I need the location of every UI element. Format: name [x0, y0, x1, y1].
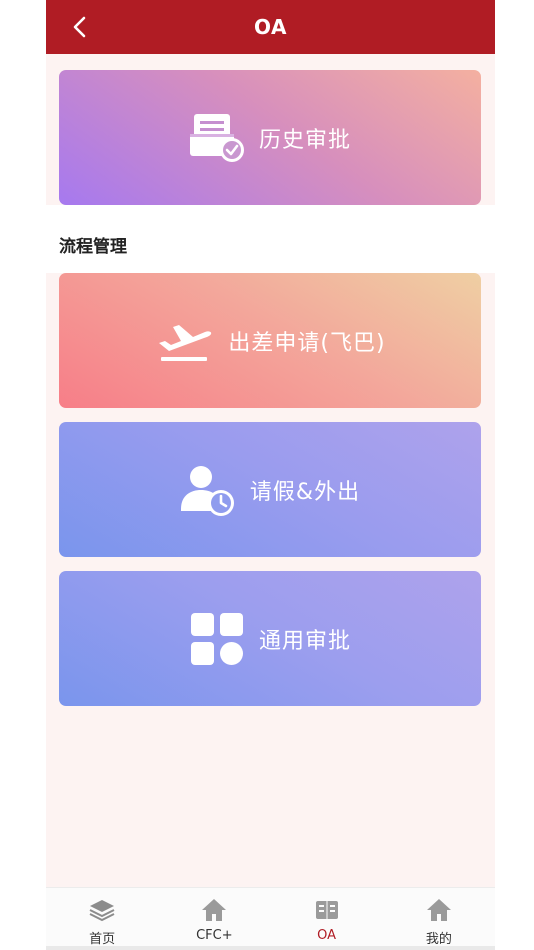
section-title: 流程管理	[59, 237, 127, 257]
leave-label: 请假&外出	[249, 479, 361, 505]
top-bar: OA	[46, 0, 495, 54]
chevron-left-icon	[73, 16, 86, 38]
general-approval-card[interactable]: 通用审批	[59, 571, 481, 706]
tab-oa-label: OA	[317, 928, 337, 943]
tab-home[interactable]: 首页	[46, 888, 158, 950]
home-indicator	[46, 946, 495, 950]
tab-cfc-label: CFC+	[196, 928, 233, 943]
tab-cfc[interactable]: CFC+	[158, 888, 270, 950]
bottom-tab-bar: 首页 CFC+ OA 我的	[46, 887, 495, 950]
app-screen: OA 历史审批 流程管理 出差申请(飞巴) 请假&外出 通用审批 首页 CFC+…	[46, 0, 495, 950]
page-title: OA	[254, 15, 287, 39]
tab-mine-label: 我的	[425, 932, 452, 947]
layers-icon	[89, 898, 115, 922]
history-approval-card[interactable]: 历史审批	[59, 70, 481, 205]
back-button[interactable]	[64, 12, 94, 42]
leave-card[interactable]: 请假&外出	[59, 422, 481, 557]
general-approval-label: 通用审批	[258, 628, 351, 654]
house-icon	[426, 898, 452, 922]
business-trip-card[interactable]: 出差申请(飞巴)	[59, 273, 481, 408]
tab-home-label: 首页	[89, 932, 116, 947]
tab-mine[interactable]: 我的	[383, 888, 495, 950]
airplane-takeoff-icon	[154, 313, 214, 369]
house-icon	[201, 898, 227, 922]
document-check-icon	[189, 110, 245, 166]
business-trip-label: 出差申请(飞巴)	[228, 330, 386, 356]
tab-oa[interactable]: OA	[271, 888, 383, 950]
history-approval-label: 历史审批	[258, 127, 351, 153]
person-clock-icon	[180, 462, 236, 518]
grid-apps-icon	[189, 611, 245, 667]
oa-book-icon	[314, 898, 340, 922]
